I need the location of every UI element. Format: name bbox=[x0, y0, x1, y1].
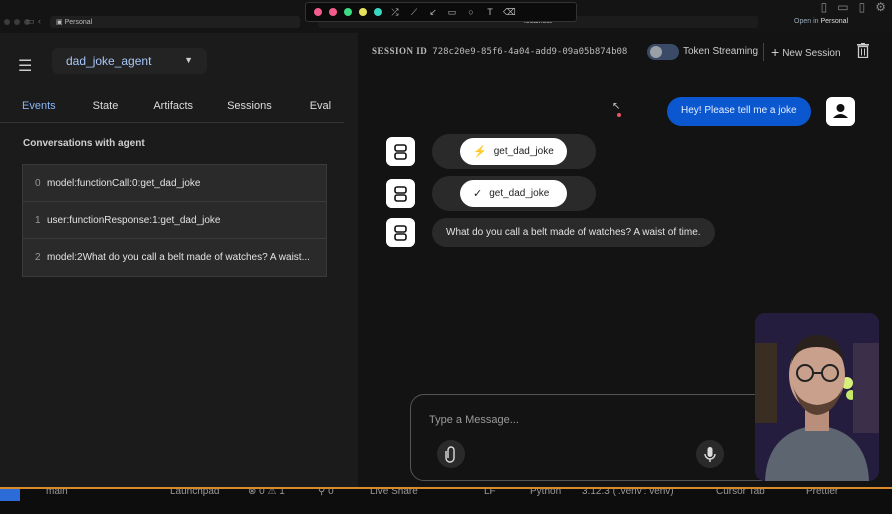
recording-dot bbox=[617, 113, 621, 117]
event-index: 2 bbox=[35, 252, 41, 263]
event-index: 1 bbox=[35, 214, 41, 226]
status-prettier[interactable]: Prettier bbox=[806, 489, 838, 497]
event-row[interactable]: 0 model:functionCall:0:get_dad_joke bbox=[23, 165, 326, 202]
function-name: get_dad_joke bbox=[493, 146, 554, 157]
status-branch[interactable]: main bbox=[46, 489, 68, 497]
new-session-label: New Session bbox=[782, 48, 841, 59]
sidebar-toggle-icon[interactable]: ▭ bbox=[26, 16, 35, 27]
pen-color-red[interactable] bbox=[329, 8, 337, 16]
pen-color-teal[interactable] bbox=[374, 8, 382, 16]
browser-chrome: ▭ ‹ ▣ Personal localhost Open in Persona… bbox=[0, 0, 892, 33]
tool-response-message: ✓ get_dad_joke bbox=[432, 176, 596, 211]
token-streaming-label: Token Streaming bbox=[683, 46, 759, 57]
open-in-profile[interactable]: Open in Personal bbox=[794, 16, 884, 28]
status-problems[interactable]: ⊗ 0 ⚠ 1 bbox=[248, 489, 285, 497]
event-text: user:functionResponse:1:get_dad_joke bbox=[47, 214, 221, 226]
check-icon: ✓ bbox=[473, 188, 483, 200]
new-session-button[interactable]: + New Session bbox=[771, 44, 841, 60]
tool-call-message: ⚡ get_dad_joke bbox=[432, 134, 596, 169]
split-left-icon[interactable]: ▯ bbox=[821, 0, 828, 14]
user-avatar-icon bbox=[826, 97, 855, 126]
event-row[interactable]: 2 model:2What do you call a belt made of… bbox=[23, 239, 326, 276]
browser-tab[interactable]: ▣ Personal bbox=[50, 16, 300, 28]
status-language[interactable]: Python bbox=[530, 489, 561, 497]
event-list: 0 model:functionCall:0:get_dad_joke 1 us… bbox=[22, 164, 327, 277]
pen-icon[interactable]: ⟋ bbox=[408, 7, 420, 18]
function-call-chip[interactable]: ⚡ get_dad_joke bbox=[460, 138, 567, 165]
toggle-knob bbox=[650, 46, 662, 58]
attach-file-icon[interactable] bbox=[437, 440, 465, 468]
bot-avatar-icon bbox=[386, 218, 415, 247]
arrow-icon[interactable]: ↙ bbox=[427, 7, 439, 18]
agent-name: dad_joke_agent bbox=[66, 54, 152, 68]
menu-icon[interactable]: ☰ bbox=[18, 56, 32, 76]
microphone-icon[interactable] bbox=[696, 440, 724, 468]
user-message: Hey! Please tell me a joke bbox=[667, 97, 811, 126]
side-panel-tabs: Events State Artifacts Sessions Eval bbox=[0, 99, 344, 123]
eraser-icon[interactable]: ⌫ bbox=[503, 7, 516, 18]
event-text: model:functionCall:0:get_dad_joke bbox=[47, 177, 201, 189]
editor-status-bar: main Launchpad ⊗ 0 ⚠ 1 ⚲ 0 Live Share LF… bbox=[0, 487, 892, 514]
delete-session-icon[interactable] bbox=[857, 43, 869, 58]
pen-color-pink[interactable] bbox=[314, 8, 322, 16]
settings-gear-icon[interactable]: ⚙ bbox=[875, 0, 886, 14]
message-input[interactable]: Type a Message... bbox=[429, 414, 519, 426]
plus-icon: + bbox=[771, 44, 780, 60]
pen-color-green[interactable] bbox=[344, 8, 352, 16]
status-interpreter[interactable]: 3.12.3 ('.venv': venv) bbox=[582, 489, 674, 497]
status-ports[interactable]: ⚲ 0 bbox=[318, 489, 334, 497]
event-index: 0 bbox=[35, 177, 41, 189]
back-icon[interactable]: ‹ bbox=[38, 16, 41, 26]
session-id: SESSION ID 728c20e9-85f6-4a04-add9-09a05b… bbox=[372, 46, 627, 57]
bot-avatar-icon bbox=[386, 179, 415, 208]
status-live-share[interactable]: Live Share bbox=[370, 489, 418, 497]
toolbar-divider bbox=[763, 43, 764, 61]
tab-artifacts[interactable]: Artifacts bbox=[153, 99, 193, 122]
tab-sessions[interactable]: Sessions bbox=[227, 99, 272, 122]
function-response-chip[interactable]: ✓ get_dad_joke bbox=[460, 180, 567, 207]
window-layout-icons: ▯ ▭ ▯ ⚙ bbox=[821, 0, 886, 14]
event-row[interactable]: 1 user:functionResponse:1:get_dad_joke bbox=[23, 202, 326, 239]
presenter-webcam-overlay bbox=[755, 313, 879, 481]
rectangle-icon[interactable]: ▭ bbox=[446, 7, 458, 18]
tab-events[interactable]: Events bbox=[22, 99, 56, 122]
pen-color-yellow[interactable] bbox=[359, 8, 367, 16]
status-cursor-tab[interactable]: Cursor Tab bbox=[716, 489, 765, 497]
bot-avatar-icon bbox=[386, 137, 415, 166]
tab-eval[interactable]: Eval bbox=[310, 99, 331, 122]
bolt-icon: ⚡ bbox=[473, 146, 487, 158]
function-name: get_dad_joke bbox=[489, 188, 550, 199]
circle-icon[interactable]: ○ bbox=[465, 7, 477, 17]
side-panel: ☰ dad_joke_agent ▼ Events State Artifact… bbox=[0, 33, 358, 487]
tab-state[interactable]: State bbox=[93, 99, 119, 122]
mouse-cursor-icon: ↖ bbox=[612, 101, 621, 112]
split-bottom-icon[interactable]: ▭ bbox=[837, 0, 848, 14]
status-eol[interactable]: LF bbox=[484, 489, 496, 497]
screen-annotation-toolbar: ⤮ ⟋ ↙ ▭ ○ T ⌫ bbox=[305, 2, 577, 22]
status-launchpad[interactable]: Launchpad bbox=[170, 489, 220, 497]
bot-message: What do you call a belt made of watches?… bbox=[432, 218, 715, 247]
section-title: Conversations with agent bbox=[23, 138, 145, 149]
split-right-icon[interactable]: ▯ bbox=[859, 0, 866, 14]
remote-indicator[interactable] bbox=[0, 489, 20, 501]
chevron-down-icon: ▼ bbox=[184, 55, 193, 65]
agent-selector[interactable]: dad_joke_agent ▼ bbox=[52, 48, 207, 74]
session-id-label: SESSION ID bbox=[372, 46, 428, 56]
session-id-value: 728c20e9-85f6-4a04-add9-09a05b874b08 bbox=[432, 47, 628, 57]
text-tool[interactable]: T bbox=[484, 7, 496, 17]
message-input-box[interactable]: Type a Message... bbox=[410, 394, 810, 481]
token-streaming-toggle[interactable] bbox=[647, 44, 679, 60]
event-text: model:2What do you call a belt made of w… bbox=[47, 252, 310, 263]
shuffle-icon[interactable]: ⤮ bbox=[389, 7, 401, 18]
